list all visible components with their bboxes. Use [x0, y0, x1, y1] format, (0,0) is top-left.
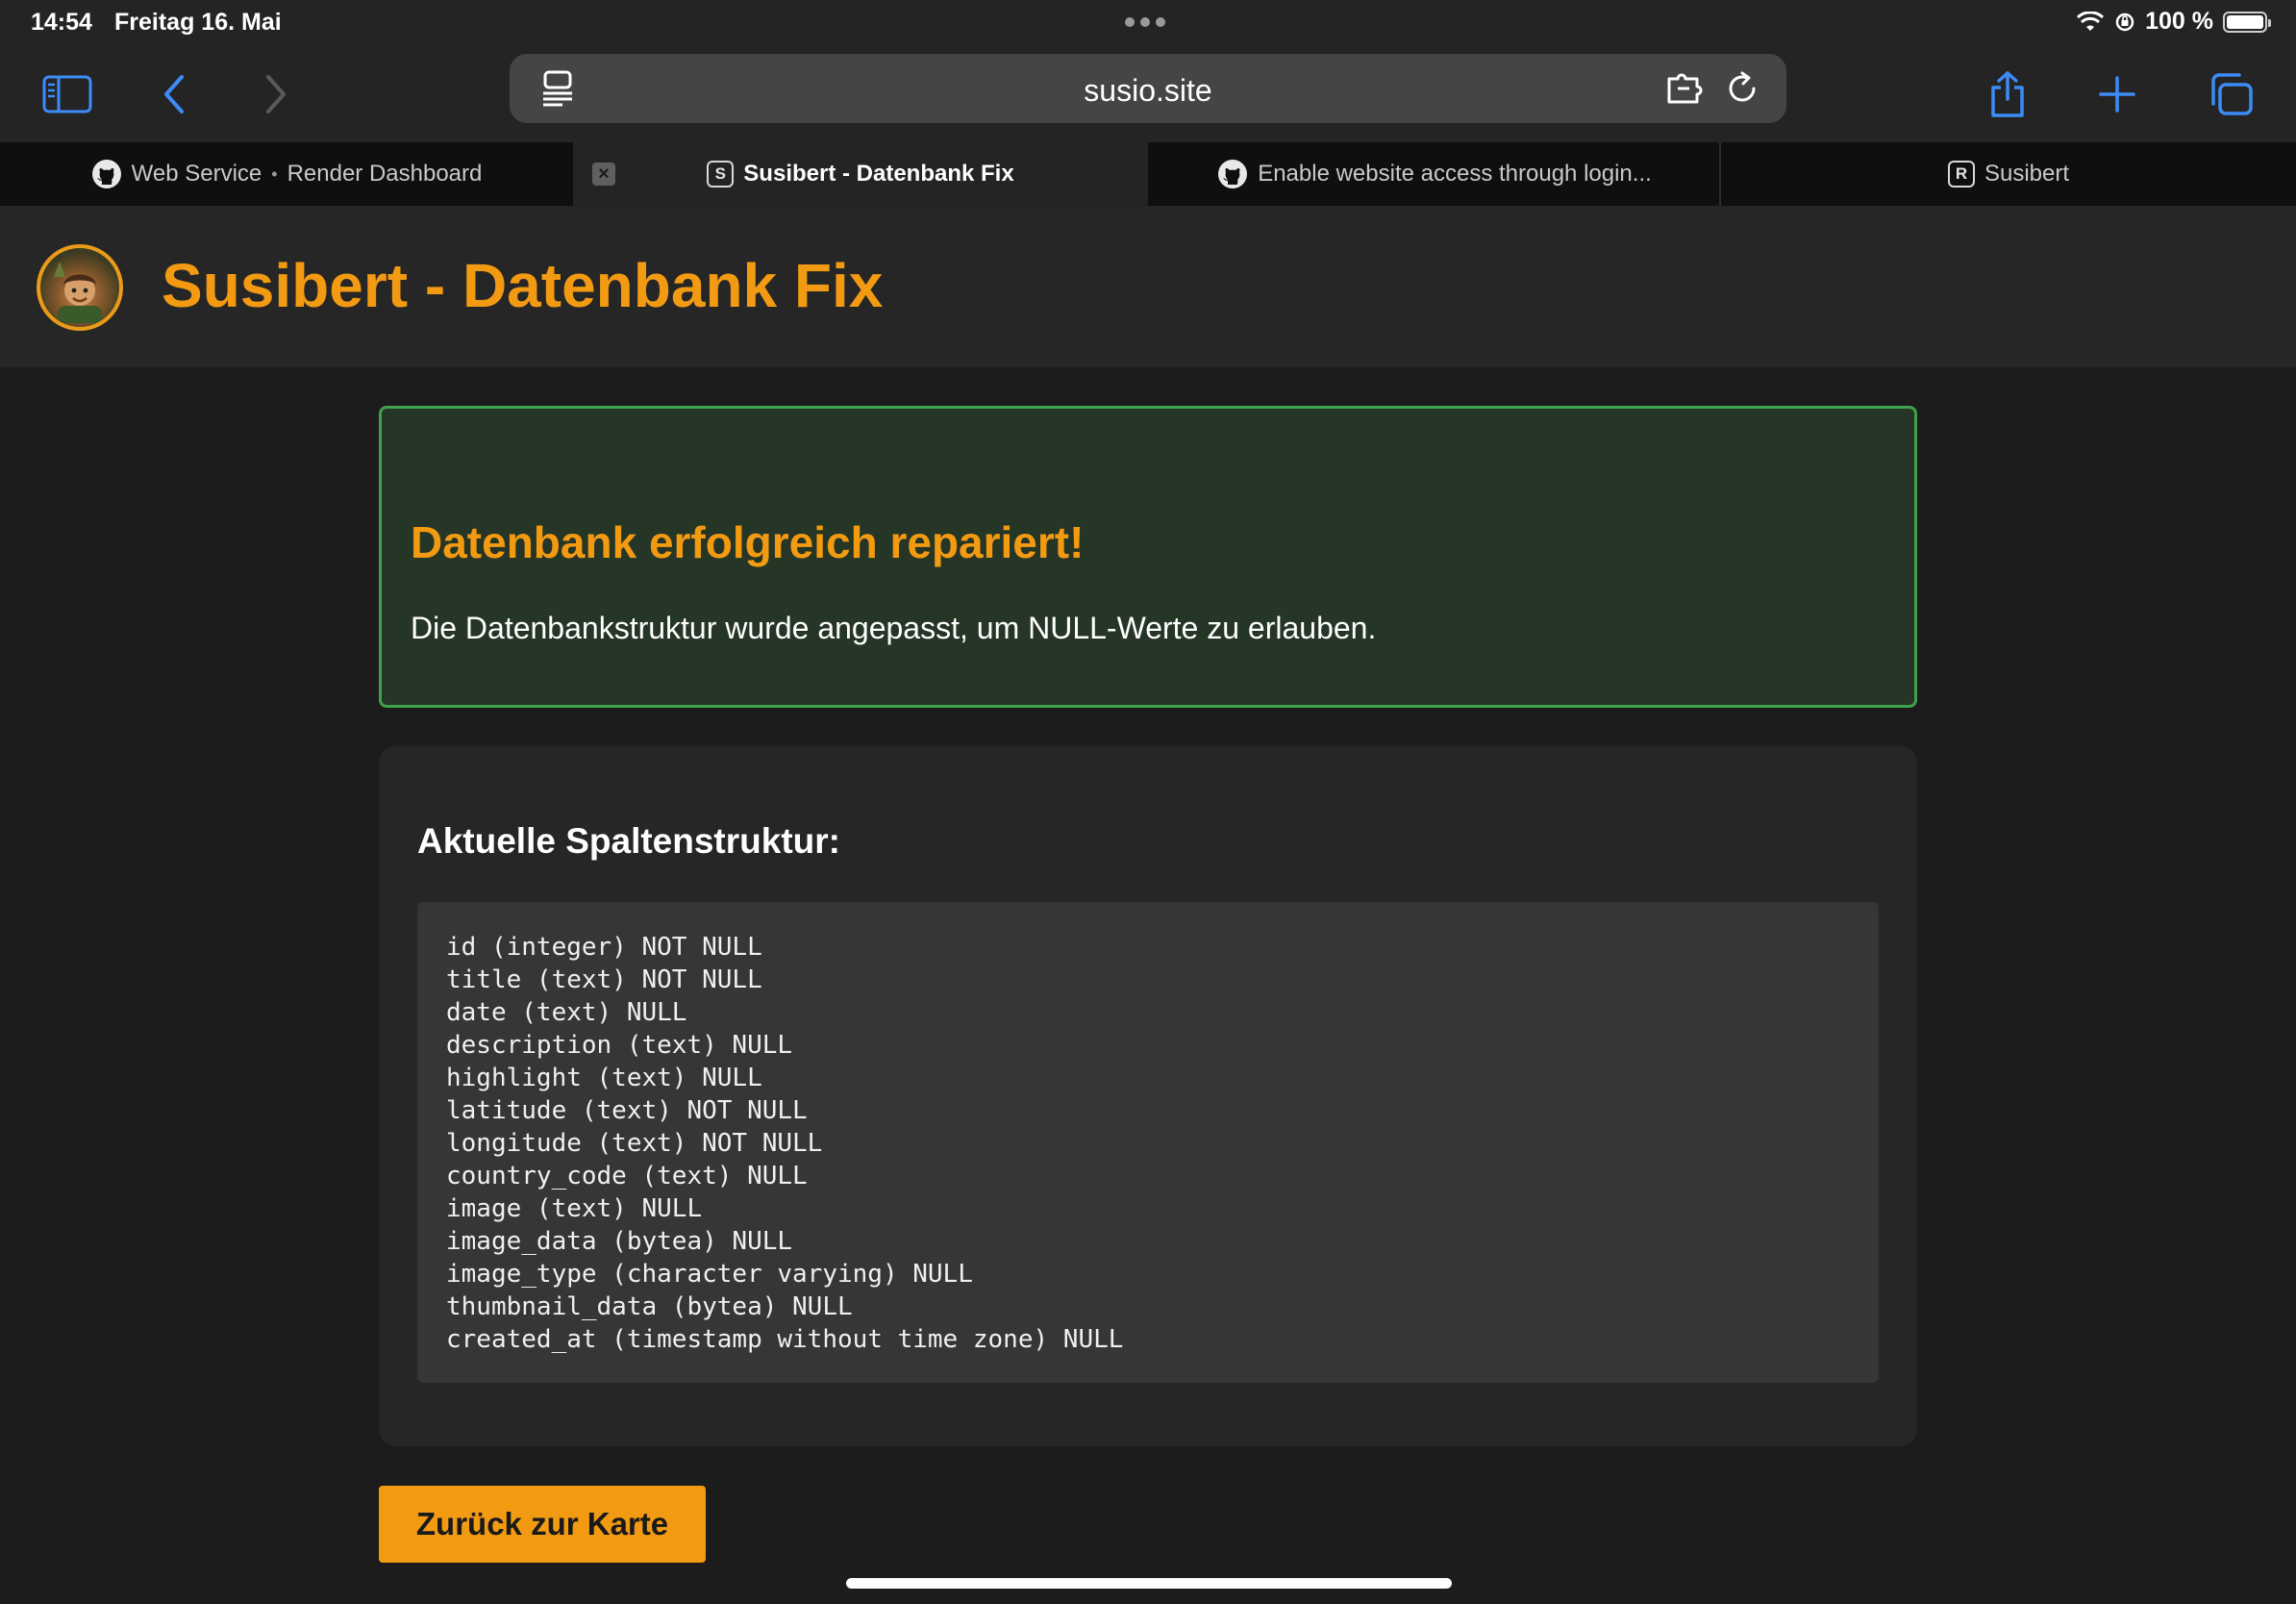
status-indicators: 100 % — [2076, 8, 2271, 36]
render-favicon-icon: R — [1947, 161, 1975, 188]
column-row: image (text) NULL — [446, 1194, 703, 1223]
site-header: Susibert - Datenbank Fix — [0, 206, 2296, 367]
wifi-icon — [2077, 11, 2105, 31]
column-row: highlight (text) NULL — [446, 1064, 762, 1092]
tab-title: Enable website access through login... — [1258, 161, 1652, 187]
structure-title: Aktuelle Spaltenstruktur: — [417, 821, 840, 861]
tab-github-login[interactable]: Enable website access through login... — [1148, 142, 1721, 206]
column-row: title (text) NOT NULL — [446, 965, 762, 994]
column-row: latitude (text) NOT NULL — [446, 1096, 808, 1125]
column-row: thumbnail_data (bytea) NULL — [446, 1292, 853, 1321]
column-row: created_at (timestamp without time zone)… — [446, 1325, 1124, 1354]
status-bar: 14:54 Freitag 16. Mai 100 % — [0, 0, 2296, 46]
tab-subtitle: Render Dashboard — [287, 161, 483, 187]
battery-percent: 100 % — [2145, 8, 2213, 35]
logo-avatar[interactable] — [37, 244, 123, 331]
battery-fill — [2227, 14, 2263, 29]
forward-icon[interactable] — [246, 65, 304, 123]
url-text[interactable]: susio.site — [510, 73, 1786, 109]
column-row: id (integer) NOT NULL — [446, 933, 762, 962]
column-row: image_data (bytea) NULL — [446, 1227, 793, 1256]
address-bar[interactable]: susio.site — [510, 54, 1786, 123]
back-icon[interactable] — [146, 65, 204, 123]
github-icon — [1218, 160, 1248, 188]
tab-susibert[interactable]: R Susibert — [1721, 142, 2296, 206]
column-row: image_type (character varying) NULL — [446, 1260, 973, 1289]
extension-icon[interactable] — [1663, 65, 1710, 112]
home-indicator[interactable] — [846, 1578, 1452, 1589]
success-title: Datenbank erfolgreich repariert! — [411, 517, 1085, 567]
browser-toolbar: susio.site — [0, 46, 2296, 142]
column-row: date (text) NULL — [446, 998, 687, 1027]
structure-card: Aktuelle Spaltenstruktur: id (integer) N… — [379, 746, 1917, 1446]
tab-datenbank-fix[interactable]: × S Susibert - Datenbank Fix — [573, 142, 1148, 206]
column-list: id (integer) NOT NULL title (text) NOT N… — [417, 902, 1879, 1383]
status-time: 14:54 — [31, 9, 92, 36]
plus-icon[interactable] — [2088, 65, 2146, 123]
ipad-screen: 14:54 Freitag 16. Mai 100 % susio.site W… — [0, 0, 2296, 1604]
reload-icon[interactable] — [1719, 65, 1765, 112]
tab-title: Susibert - Datenbank Fix — [743, 161, 1014, 187]
tabs-icon[interactable] — [2202, 65, 2259, 123]
tab-bar: Web Service • Render Dashboard × S Susib… — [0, 142, 2296, 206]
close-tab-icon[interactable]: × — [592, 163, 615, 186]
back-to-map-button[interactable]: Zurück zur Karte — [379, 1486, 706, 1563]
column-row: longitude (text) NOT NULL — [446, 1129, 823, 1158]
multitasking-dots-icon[interactable] — [1125, 8, 1165, 27]
tab-separator: • — [271, 163, 278, 184]
status-date: Freitag 16. Mai — [114, 9, 282, 36]
page-title: Susibert - Datenbank Fix — [162, 251, 884, 320]
success-alert: Datenbank erfolgreich repariert! Die Dat… — [379, 406, 1917, 708]
sidebar-icon[interactable] — [38, 65, 96, 123]
column-row: country_code (text) NULL — [446, 1162, 808, 1190]
tab-render-dashboard[interactable]: Web Service • Render Dashboard — [0, 142, 573, 206]
orientation-lock-icon — [2115, 13, 2134, 31]
site-favicon-icon: S — [707, 161, 735, 188]
column-row: description (text) NULL — [446, 1031, 793, 1060]
success-message: Die Datenbankstruktur wurde angepasst, u… — [411, 611, 1377, 645]
battery-icon — [2223, 11, 2271, 33]
tab-title: Susibert — [1984, 161, 2070, 187]
share-icon[interactable] — [1979, 65, 2036, 123]
github-icon — [91, 160, 121, 188]
tab-title: Web Service — [131, 161, 262, 187]
